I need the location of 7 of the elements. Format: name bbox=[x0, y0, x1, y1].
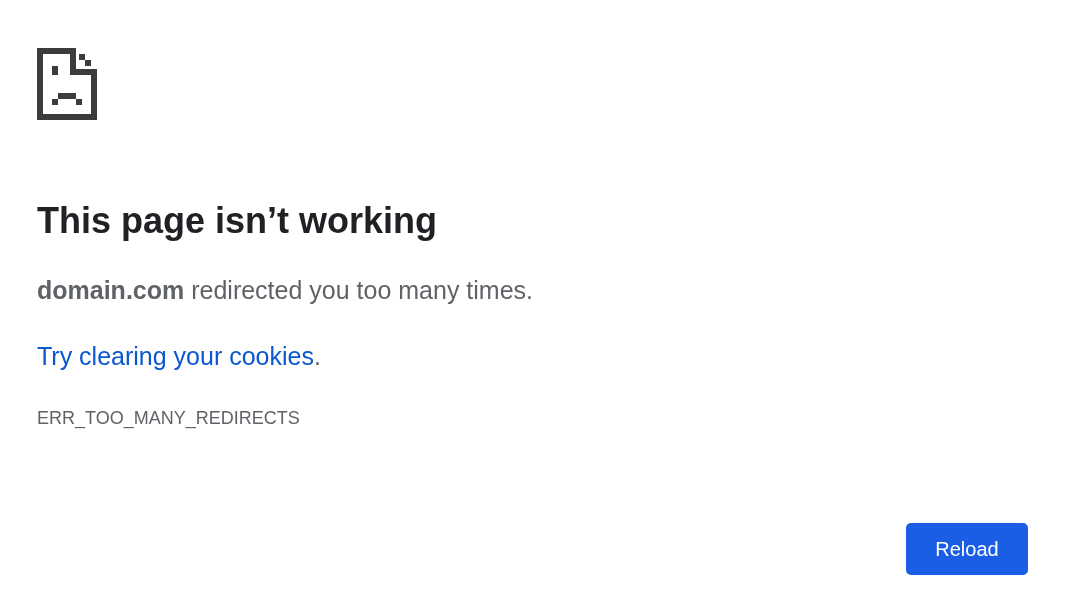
suggestion-text: Try clearing your cookies. bbox=[37, 341, 321, 371]
error-heading: This page isn’t working bbox=[37, 199, 438, 243]
error-code: ERR_TOO_MANY_REDIRECTS bbox=[37, 407, 300, 430]
error-message: domain.com redirected you too many times. bbox=[37, 275, 534, 305]
clear-cookies-link[interactable]: Try clearing your cookies bbox=[37, 342, 314, 370]
reload-button[interactable]: Reload bbox=[906, 523, 1028, 575]
sad-page-icon bbox=[37, 48, 97, 120]
